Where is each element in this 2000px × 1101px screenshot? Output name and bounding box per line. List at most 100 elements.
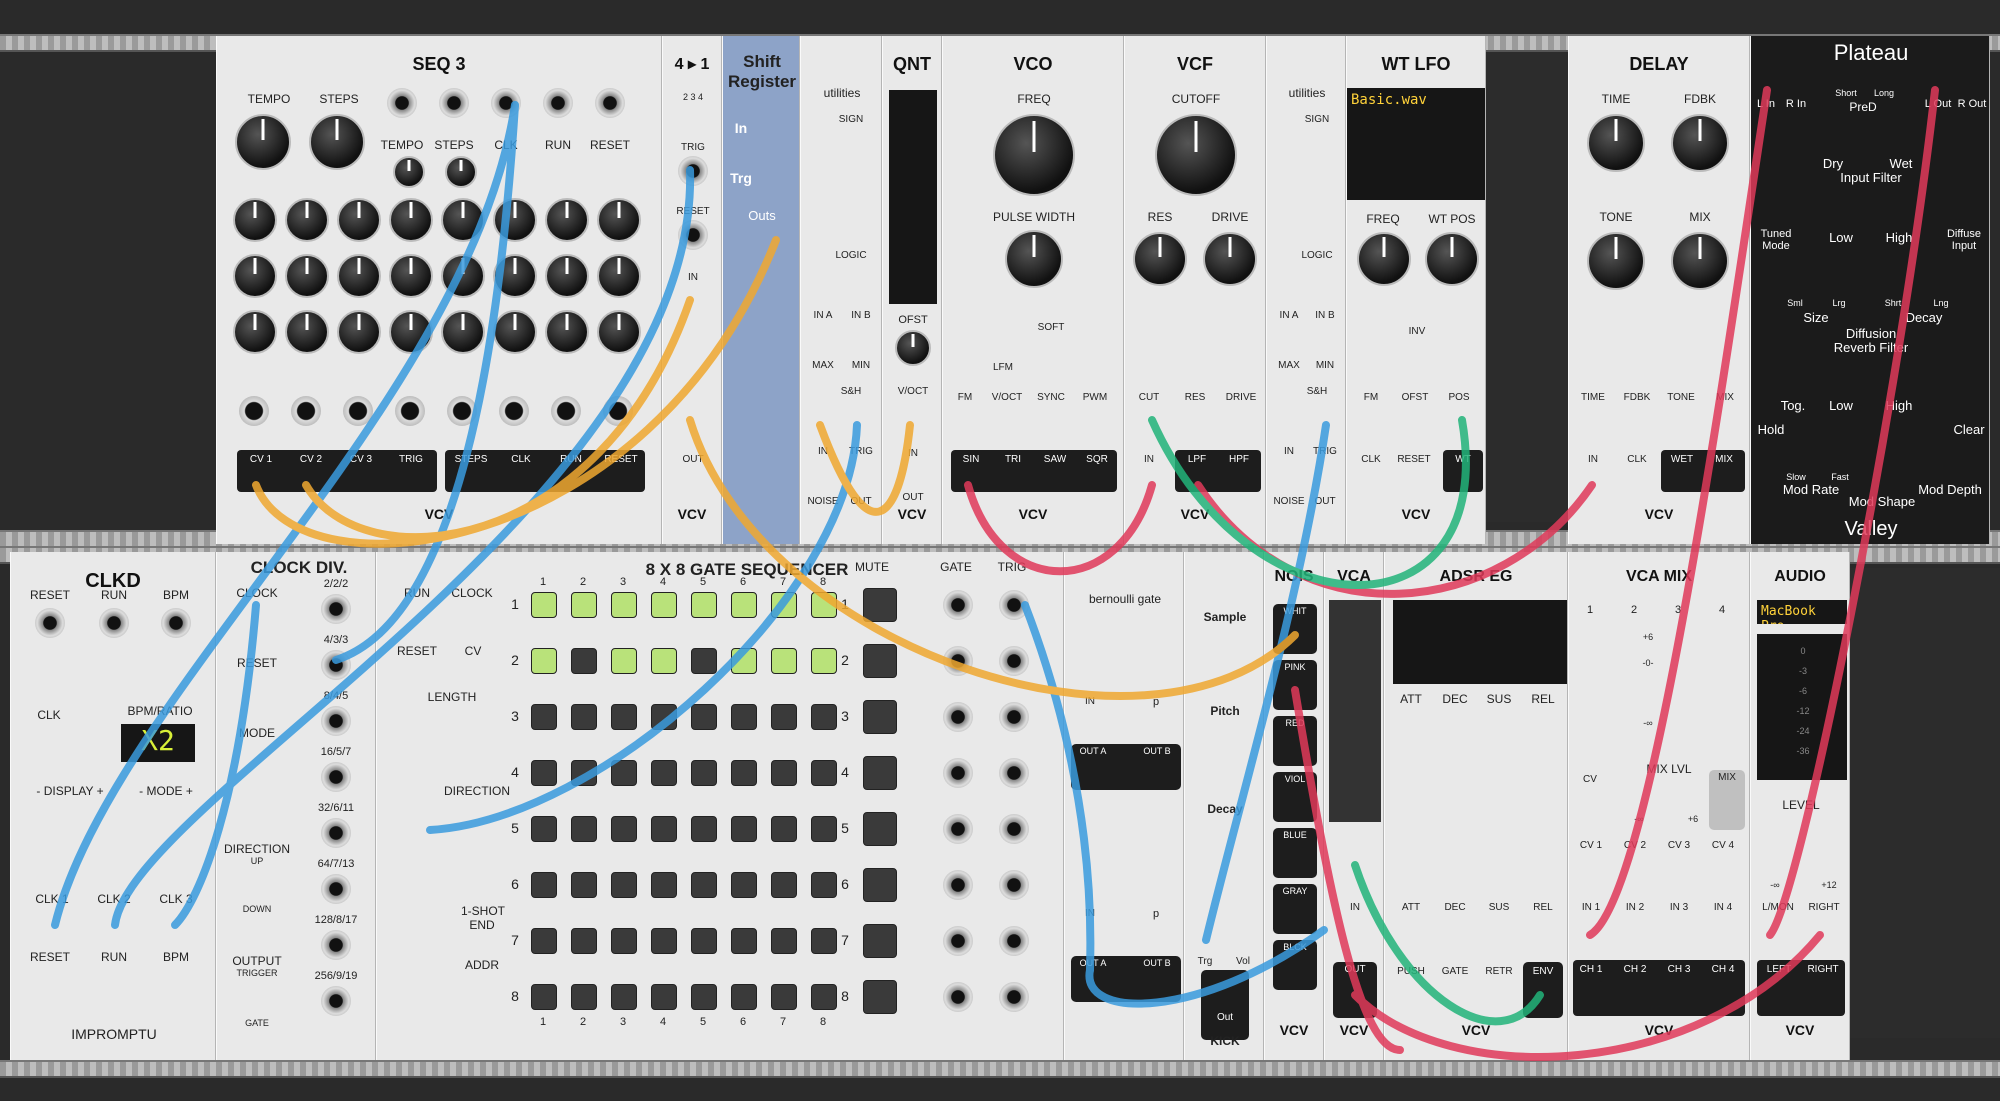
gateseq-mute-button[interactable] <box>863 812 897 846</box>
gateseq-step-button[interactable] <box>771 928 797 954</box>
gateseq-step-button[interactable] <box>611 648 637 674</box>
gateseq-step-button[interactable] <box>571 816 597 842</box>
seq3-step-knob[interactable] <box>285 198 329 242</box>
seq3-jack[interactable] <box>387 88 417 118</box>
gateseq-step-button[interactable] <box>571 984 597 1010</box>
gateseq-step-button[interactable] <box>611 592 637 618</box>
gateseq-step-button[interactable] <box>771 816 797 842</box>
seq3-gate-jack[interactable] <box>603 396 633 426</box>
gateseq-gate-jack[interactable] <box>943 814 973 844</box>
gateseq-mute-button[interactable] <box>863 588 897 622</box>
seq3-tempo-knob[interactable] <box>235 114 291 170</box>
gateseq-step-button[interactable] <box>771 760 797 786</box>
gateseq-step-button[interactable] <box>731 984 757 1010</box>
gateseq-trig-jack[interactable] <box>999 590 1029 620</box>
gateseq-step-button[interactable] <box>811 704 837 730</box>
delay-fdbk-knob[interactable] <box>1671 114 1729 172</box>
gateseq-mute-button[interactable] <box>863 700 897 734</box>
audio-device-select[interactable]: MacBook Pro <box>1757 600 1847 624</box>
gateseq-step-button[interactable] <box>571 760 597 786</box>
gateseq-gate-jack[interactable] <box>943 758 973 788</box>
seq3-step-knob[interactable] <box>545 310 589 354</box>
wtlfo-display[interactable]: Basic.wav <box>1347 88 1485 200</box>
gateseq-trig-jack[interactable] <box>999 646 1029 676</box>
seq3-jack[interactable] <box>543 88 573 118</box>
gateseq-step-button[interactable] <box>731 928 757 954</box>
gateseq-trig-jack[interactable] <box>999 702 1029 732</box>
gateseq-step-button[interactable] <box>811 928 837 954</box>
gateseq-step-button[interactable] <box>651 760 677 786</box>
gateseq-step-button[interactable] <box>531 872 557 898</box>
wtlfo-wtpos-knob[interactable] <box>1425 232 1479 286</box>
gateseq-step-button[interactable] <box>811 760 837 786</box>
gateseq-step-button[interactable] <box>691 760 717 786</box>
seq3-step-knob[interactable] <box>545 254 589 298</box>
clockdiv-output-jack[interactable] <box>321 874 351 904</box>
gateseq-step-button[interactable] <box>691 592 717 618</box>
gateseq-step-button[interactable] <box>811 816 837 842</box>
seq3-step-knob[interactable] <box>233 254 277 298</box>
seq3-step-knob[interactable] <box>597 198 641 242</box>
delay-mix-knob[interactable] <box>1671 232 1729 290</box>
gateseq-step-button[interactable] <box>731 592 757 618</box>
seq3-step-knob[interactable] <box>389 310 433 354</box>
gateseq-step-button[interactable] <box>771 984 797 1010</box>
gateseq-step-button[interactable] <box>611 872 637 898</box>
gateseq-step-button[interactable] <box>771 648 797 674</box>
clkd-bpm-jack[interactable] <box>161 608 191 638</box>
seq3-gate-jack[interactable] <box>239 396 269 426</box>
seq3-steps-knob[interactable] <box>309 114 365 170</box>
gateseq-step-button[interactable] <box>811 648 837 674</box>
seq3-step-knob[interactable] <box>337 310 381 354</box>
gateseq-step-button[interactable] <box>531 816 557 842</box>
gateseq-step-button[interactable] <box>691 648 717 674</box>
gateseq-trig-jack[interactable] <box>999 982 1029 1012</box>
qnt-ofst-knob[interactable] <box>895 330 931 366</box>
gateseq-step-button[interactable] <box>811 592 837 618</box>
seq3-step-knob[interactable] <box>441 310 485 354</box>
seq3-step-knob[interactable] <box>493 310 537 354</box>
seq3-step-knob[interactable] <box>441 254 485 298</box>
gateseq-mute-button[interactable] <box>863 644 897 678</box>
gateseq-mute-button[interactable] <box>863 924 897 958</box>
seq3-step-knob[interactable] <box>285 310 329 354</box>
gateseq-gate-jack[interactable] <box>943 590 973 620</box>
gateseq-gate-jack[interactable] <box>943 646 973 676</box>
gateseq-trig-jack[interactable] <box>999 758 1029 788</box>
gateseq-step-button[interactable] <box>531 760 557 786</box>
gateseq-step-button[interactable] <box>691 704 717 730</box>
gateseq-step-button[interactable] <box>531 648 557 674</box>
seq3-step-knob[interactable] <box>597 254 641 298</box>
seq3-step-knob[interactable] <box>337 254 381 298</box>
qnt-keyboard[interactable] <box>889 90 937 304</box>
seq3-step-knob[interactable] <box>285 254 329 298</box>
gateseq-step-button[interactable] <box>571 928 597 954</box>
gateseq-step-button[interactable] <box>731 872 757 898</box>
gateseq-step-button[interactable] <box>611 704 637 730</box>
gateseq-step-button[interactable] <box>691 928 717 954</box>
seq3-gate-jack[interactable] <box>395 396 425 426</box>
seq3-step-knob[interactable] <box>493 254 537 298</box>
vcf-res-knob[interactable] <box>1133 232 1187 286</box>
seq3-gate-jack[interactable] <box>447 396 477 426</box>
seq3-knob[interactable] <box>445 156 477 188</box>
seq3-step-knob[interactable] <box>389 198 433 242</box>
gateseq-step-button[interactable] <box>611 984 637 1010</box>
four1-reset-jack[interactable] <box>678 220 708 250</box>
four1-trig-jack[interactable] <box>678 156 708 186</box>
gateseq-step-button[interactable] <box>771 592 797 618</box>
gateseq-step-button[interactable] <box>731 704 757 730</box>
vcf-drive-knob[interactable] <box>1203 232 1257 286</box>
seq3-gate-jack[interactable] <box>551 396 581 426</box>
seq3-step-knob[interactable] <box>493 198 537 242</box>
gateseq-gate-jack[interactable] <box>943 702 973 732</box>
gateseq-step-button[interactable] <box>771 704 797 730</box>
gateseq-step-button[interactable] <box>651 816 677 842</box>
clockdiv-output-jack[interactable] <box>321 762 351 792</box>
seq3-step-knob[interactable] <box>545 198 589 242</box>
gateseq-step-button[interactable] <box>651 648 677 674</box>
delay-time-knob[interactable] <box>1587 114 1645 172</box>
seq3-step-knob[interactable] <box>337 198 381 242</box>
seq3-clk-jack[interactable] <box>491 88 521 118</box>
clkd-reset-jack[interactable] <box>35 608 65 638</box>
